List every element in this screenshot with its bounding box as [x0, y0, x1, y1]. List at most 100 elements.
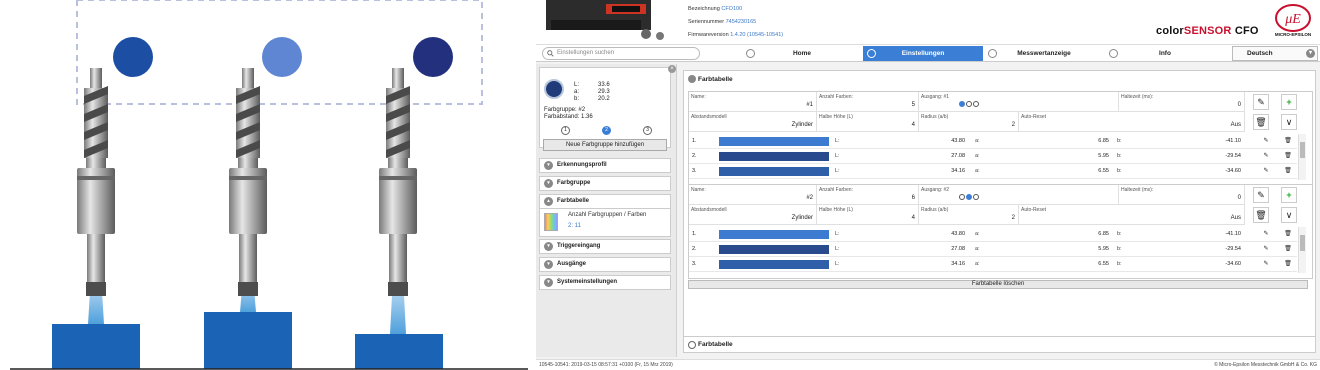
farbtabelle-summary[interactable]: Anzahl Farbgruppen / Farben 2: 11	[539, 209, 671, 237]
color-row[interactable]: 2. L: 27.08 a: 5.95 b: -29.54 ✎ 🗑	[689, 242, 1297, 257]
color-count-field[interactable]: Anzahl Farben: 6	[817, 185, 919, 205]
half-height-field[interactable]: Halbe Höhe (L) 4	[817, 205, 919, 225]
lab-values: L: 33.6 a: 29.3 b: 20.2	[574, 82, 610, 102]
distance-model-field[interactable]: Abstandsmodell Zylinder	[689, 205, 817, 225]
clear-color-table-button[interactable]: Farbtabelle löschen	[688, 280, 1308, 289]
color-row[interactable]: 1. L: 43.80 a: 6.85 b: -41.10 ✎ 🗑	[689, 227, 1297, 242]
radius-field[interactable]: Radius (a/b) 2	[919, 112, 1019, 132]
color-table-icon	[544, 213, 558, 231]
tab-measurement-display[interactable]: Messwertanzeige	[984, 46, 1104, 61]
close-icon[interactable]: ×	[668, 65, 676, 73]
current-color-swatch	[544, 79, 564, 99]
info-icon	[688, 341, 696, 349]
auto-reset-field[interactable]: Auto-Reset Aus	[1019, 112, 1245, 132]
color-count-field[interactable]: Anzahl Farben: 5	[817, 92, 919, 112]
edit-icon	[688, 75, 696, 83]
row-scrollbar[interactable]	[1298, 227, 1306, 273]
color-row[interactable]: 2. L: 27.08 a: 5.95 b: -29.54 ✎ 🗑	[689, 149, 1297, 164]
group-name-field[interactable]: Name: #1	[689, 92, 817, 112]
color-group-info: Farbgruppe: #2 Farbabstand: 1.36	[544, 107, 593, 120]
output-dot-3[interactable]	[973, 194, 979, 200]
l-key: L:	[835, 231, 840, 237]
edit-icon[interactable]: ✎	[1261, 259, 1271, 269]
delete-icon[interactable]: 🗑	[1283, 136, 1293, 146]
hold-time-field[interactable]: Haltezeit (ms): 0	[1119, 92, 1245, 112]
scroll-thumb[interactable]	[1300, 235, 1305, 251]
edit-icon[interactable]: ✎	[1261, 166, 1271, 176]
settings-search-input[interactable]: Einstellungen suchen	[542, 47, 700, 60]
delete-icon[interactable]: 🗑	[1283, 229, 1293, 239]
accordion-farbgruppe[interactable]: ▾ Farbgruppe	[539, 176, 671, 191]
scroll-thumb[interactable]	[1300, 142, 1305, 158]
group-radio-2[interactable]: 2	[602, 126, 611, 135]
gauge-icon	[988, 49, 997, 58]
b-key: b:	[1117, 261, 1122, 267]
edit-icon[interactable]: ✎	[1261, 229, 1271, 239]
edit-icon[interactable]: ✎	[1261, 244, 1271, 254]
language-select[interactable]: Deutsch ▾	[1232, 46, 1318, 61]
delete-icon[interactable]: 🗑	[1283, 151, 1293, 161]
row-scrollbar[interactable]	[1298, 134, 1306, 180]
accordion-farbtabelle[interactable]: ▴ Farbtabelle	[539, 194, 671, 209]
add-color-button[interactable]: +	[1281, 94, 1297, 110]
color-row[interactable]: 3. L: 34.16 a: 6.55 b: -34.60 ✎ 🗑	[689, 257, 1297, 272]
delete-group-button[interactable]: 🗑	[1253, 207, 1269, 223]
color-group-2: Name: #2 Anzahl Farben: 6 Ausgang: #2 Ha…	[688, 184, 1313, 279]
distance-model-field[interactable]: Abstandsmodell Zylinder	[689, 112, 817, 132]
tab-settings[interactable]: Einstellungen	[863, 46, 983, 61]
accordion-systemeinstellungen[interactable]: ▾ Systemeinstellungen	[539, 275, 671, 290]
output-dot-2[interactable]	[966, 101, 972, 107]
sensor-web-ui: Bezeichnung CFO100 Seriennummer 74542301…	[536, 0, 1320, 370]
half-height-field[interactable]: Halbe Höhe (L) 4	[817, 112, 919, 132]
add-color-group-button[interactable]: Neue Farbgruppe hinzufügen	[543, 139, 667, 151]
output-dot-3[interactable]	[973, 101, 979, 107]
delete-group-button[interactable]: 🗑	[1253, 114, 1269, 130]
hold-time-field[interactable]: Haltezeit (ms): 0	[1119, 185, 1245, 205]
l-key: L:	[835, 246, 840, 252]
group-radio-3[interactable]: 3	[643, 126, 652, 135]
output-field[interactable]: Ausgang: #2	[919, 185, 1119, 205]
output-selector[interactable]	[959, 194, 980, 200]
group-name-field[interactable]: Name: #2	[689, 185, 817, 205]
delete-icon[interactable]: 🗑	[1283, 166, 1293, 176]
add-color-button[interactable]: +	[1281, 187, 1297, 203]
color-row[interactable]: 1. L: 43.80 a: 6.85 b: -41.10 ✎ 🗑	[689, 134, 1297, 149]
expand-group-button[interactable]: ∨	[1281, 114, 1297, 130]
output-dot-1[interactable]	[959, 194, 965, 200]
output-dot-1[interactable]	[959, 101, 965, 107]
a-key: a:	[975, 261, 980, 267]
main-navigation: Einstellungen suchen Home Einstellungen …	[536, 44, 1320, 62]
output-field[interactable]: Ausgang: #1	[919, 92, 1119, 112]
chevron-down-icon: ▾	[1306, 49, 1315, 58]
accordion-erkennungsprofil[interactable]: ▾ Erkennungsprofil	[539, 158, 671, 173]
radius-field[interactable]: Radius (a/b) 2	[919, 205, 1019, 225]
accordion-triggereingang[interactable]: ▾ Triggereingang	[539, 239, 671, 254]
target-box-right	[355, 334, 443, 369]
color-ball-middle	[262, 37, 302, 77]
accordion-ausgaenge[interactable]: ▾ Ausgänge	[539, 257, 671, 272]
edit-group-button[interactable]: ✎	[1253, 187, 1269, 203]
target-box-left	[52, 324, 140, 369]
output-selector[interactable]	[959, 101, 980, 107]
color-swatch-bar	[719, 245, 829, 254]
b-key: b:	[1117, 138, 1122, 144]
sensor-illustration	[0, 0, 530, 370]
delete-icon[interactable]: 🗑	[1283, 259, 1293, 269]
a-key: a:	[975, 246, 980, 252]
edit-group-button[interactable]: ✎	[1253, 94, 1269, 110]
auto-reset-field[interactable]: Auto-Reset Aus	[1019, 205, 1245, 225]
chevron-down-icon: ▾	[544, 161, 553, 170]
b-key: b:	[1117, 246, 1122, 252]
edit-icon[interactable]: ✎	[1261, 136, 1271, 146]
color-group-radios: 1 2 3	[544, 126, 664, 136]
edit-icon[interactable]: ✎	[1261, 151, 1271, 161]
delete-icon[interactable]: 🗑	[1283, 244, 1293, 254]
group-radio-1[interactable]: 1	[561, 126, 570, 135]
tab-home[interactable]: Home	[742, 46, 862, 61]
home-icon	[746, 49, 755, 58]
tab-info[interactable]: Info	[1105, 46, 1225, 61]
output-dot-2[interactable]	[966, 194, 972, 200]
color-row[interactable]: 3. L: 34.16 a: 6.55 b: -34.60 ✎ 🗑	[689, 164, 1297, 179]
color-table-panel: Farbtabelle Name: #1 Anzahl Farben: 5 Au…	[683, 70, 1316, 340]
expand-group-button[interactable]: ∨	[1281, 207, 1297, 223]
